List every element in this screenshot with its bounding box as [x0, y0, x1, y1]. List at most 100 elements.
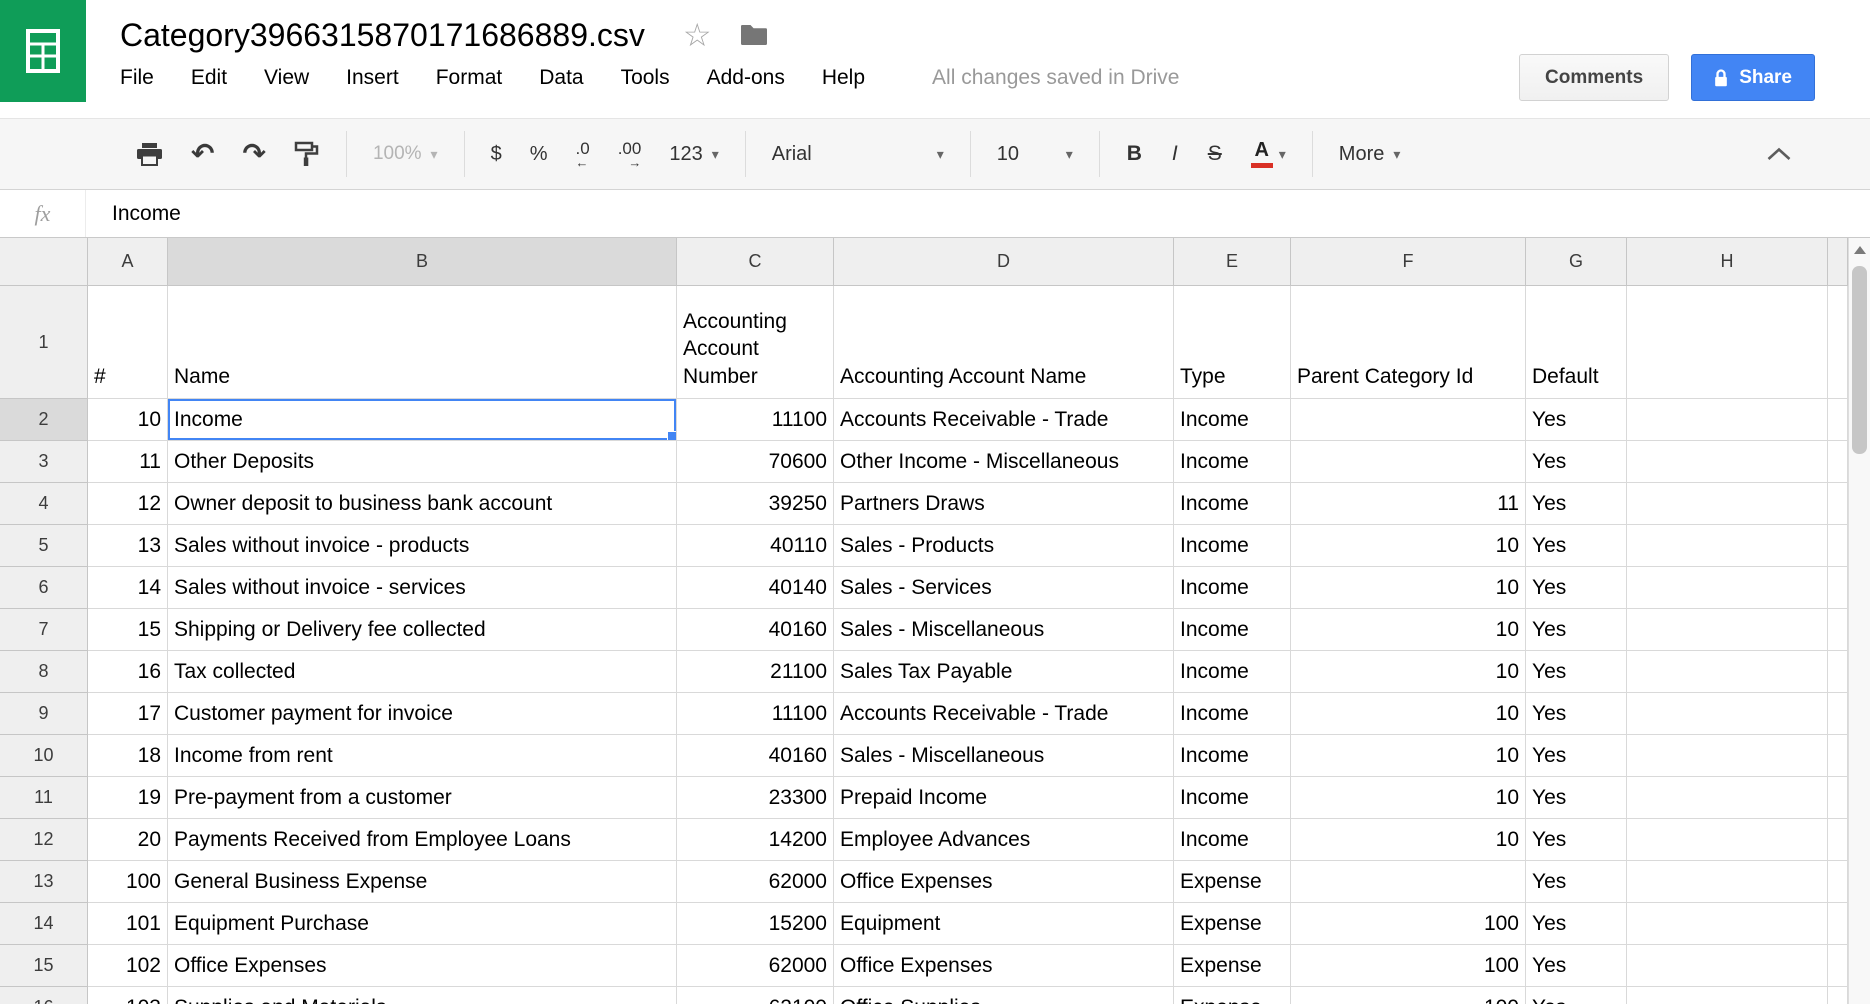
row-header-12[interactable]: 12 — [0, 819, 88, 861]
menu-format[interactable]: Format — [436, 66, 503, 90]
cell-H5[interactable] — [1627, 525, 1828, 567]
cell-C7[interactable]: 40160 — [677, 609, 834, 651]
menu-file[interactable]: File — [120, 66, 154, 90]
star-icon[interactable]: ☆ — [683, 19, 712, 51]
cell-H11[interactable] — [1627, 777, 1828, 819]
sheets-logo[interactable] — [0, 0, 86, 102]
cell-H4[interactable] — [1627, 483, 1828, 525]
cell-H2[interactable] — [1627, 399, 1828, 441]
cell-E13[interactable]: Expense — [1174, 861, 1291, 903]
cell-H8[interactable] — [1627, 651, 1828, 693]
cell-G9[interactable]: Yes — [1526, 693, 1627, 735]
zoom-select[interactable]: 100% ▾ — [373, 143, 438, 165]
cell-G11[interactable]: Yes — [1526, 777, 1627, 819]
cell-A3[interactable]: 11 — [88, 441, 168, 483]
cell-D14[interactable]: Equipment — [834, 903, 1174, 945]
cell-E14[interactable]: Expense — [1174, 903, 1291, 945]
scroll-up-button[interactable] — [1849, 238, 1870, 262]
cell-D6[interactable]: Sales - Services — [834, 567, 1174, 609]
row-header-8[interactable]: 8 — [0, 651, 88, 693]
vertical-scrollbar[interactable] — [1848, 238, 1870, 1004]
row-header-5[interactable]: 5 — [0, 525, 88, 567]
text-color-button[interactable]: A ▾ — [1250, 140, 1286, 168]
cell-C3[interactable]: 70600 — [677, 441, 834, 483]
cell-A16[interactable]: 103 — [88, 987, 168, 1004]
cell-B8[interactable]: Tax collected — [168, 651, 677, 693]
cell-H16[interactable] — [1627, 987, 1828, 1004]
cell-B10[interactable]: Income from rent — [168, 735, 677, 777]
share-button[interactable]: Share — [1691, 54, 1815, 101]
select-all-corner[interactable] — [0, 238, 88, 286]
cell-F14[interactable]: 100 — [1291, 903, 1526, 945]
cell-H13[interactable] — [1627, 861, 1828, 903]
cell-B15[interactable]: Office Expenses — [168, 945, 677, 987]
bold-button[interactable]: B — [1127, 142, 1142, 166]
cell-B4[interactable]: Owner deposit to business bank account — [168, 483, 677, 525]
cell-F1[interactable]: Parent Category Id — [1291, 286, 1526, 399]
cell-C13[interactable]: 62000 — [677, 861, 834, 903]
cell-E16[interactable]: Expense — [1174, 987, 1291, 1004]
redo-button[interactable]: ↷ — [242, 140, 265, 168]
cell-D10[interactable]: Sales - Miscellaneous — [834, 735, 1174, 777]
column-header-B[interactable]: B — [168, 238, 677, 286]
cell-F13[interactable] — [1291, 861, 1526, 903]
menu-insert[interactable]: Insert — [346, 66, 399, 90]
cell-H1[interactable] — [1627, 286, 1828, 399]
cell-A7[interactable]: 15 — [88, 609, 168, 651]
cell-B1[interactable]: Name — [168, 286, 677, 399]
currency-format-button[interactable]: $ — [491, 143, 502, 166]
cell-H7[interactable] — [1627, 609, 1828, 651]
cell-D3[interactable]: Other Income - Miscellaneous — [834, 441, 1174, 483]
menu-edit[interactable]: Edit — [191, 66, 227, 90]
row-header-16[interactable]: 16 — [0, 987, 88, 1004]
cell-C8[interactable]: 21100 — [677, 651, 834, 693]
cell-D5[interactable]: Sales - Products — [834, 525, 1174, 567]
cell-C6[interactable]: 40140 — [677, 567, 834, 609]
column-header-C[interactable]: C — [677, 238, 834, 286]
cell-G16[interactable]: Yes — [1526, 987, 1627, 1004]
number-format-select[interactable]: 123 ▾ — [669, 143, 718, 166]
cell-B12[interactable]: Payments Received from Employee Loans — [168, 819, 677, 861]
cell-E1[interactable]: Type — [1174, 286, 1291, 399]
column-header-E[interactable]: E — [1174, 238, 1291, 286]
cell-E8[interactable]: Income — [1174, 651, 1291, 693]
menu-view[interactable]: View — [264, 66, 309, 90]
cell-C10[interactable]: 40160 — [677, 735, 834, 777]
print-button[interactable] — [136, 142, 163, 167]
cell-D16[interactable]: Office Supplies — [834, 987, 1174, 1004]
cell-E12[interactable]: Income — [1174, 819, 1291, 861]
cell-H3[interactable] — [1627, 441, 1828, 483]
row-header-6[interactable]: 6 — [0, 567, 88, 609]
cell-C9[interactable]: 11100 — [677, 693, 834, 735]
cell-F3[interactable] — [1291, 441, 1526, 483]
cell-F8[interactable]: 10 — [1291, 651, 1526, 693]
cell-F10[interactable]: 10 — [1291, 735, 1526, 777]
cell-H15[interactable] — [1627, 945, 1828, 987]
document-title[interactable]: Category3966315870171686889.csv — [120, 17, 645, 54]
cell-D1[interactable]: Accounting Account Name — [834, 286, 1174, 399]
menu-help[interactable]: Help — [822, 66, 865, 90]
row-header-7[interactable]: 7 — [0, 609, 88, 651]
cell-G4[interactable]: Yes — [1526, 483, 1627, 525]
cell-A10[interactable]: 18 — [88, 735, 168, 777]
cell-E6[interactable]: Income — [1174, 567, 1291, 609]
collapse-toolbar-button[interactable] — [1766, 147, 1792, 161]
cell-G12[interactable]: Yes — [1526, 819, 1627, 861]
save-status[interactable]: All changes saved in Drive — [932, 66, 1179, 90]
comments-button[interactable]: Comments — [1519, 54, 1670, 101]
cell-G14[interactable]: Yes — [1526, 903, 1627, 945]
paint-format-button[interactable] — [294, 141, 320, 167]
cell-A2[interactable]: 10 — [88, 399, 168, 441]
cell-H9[interactable] — [1627, 693, 1828, 735]
menu-addons[interactable]: Add-ons — [707, 66, 785, 90]
cell-B7[interactable]: Shipping or Delivery fee collected — [168, 609, 677, 651]
cell-G8[interactable]: Yes — [1526, 651, 1627, 693]
percent-format-button[interactable]: % — [530, 143, 548, 166]
cell-B5[interactable]: Sales without invoice - products — [168, 525, 677, 567]
cell-G2[interactable]: Yes — [1526, 399, 1627, 441]
cell-B3[interactable]: Other Deposits — [168, 441, 677, 483]
cell-G3[interactable]: Yes — [1526, 441, 1627, 483]
cell-F7[interactable]: 10 — [1291, 609, 1526, 651]
font-size-select[interactable]: 10 ▾ — [997, 143, 1073, 166]
cell-A5[interactable]: 13 — [88, 525, 168, 567]
